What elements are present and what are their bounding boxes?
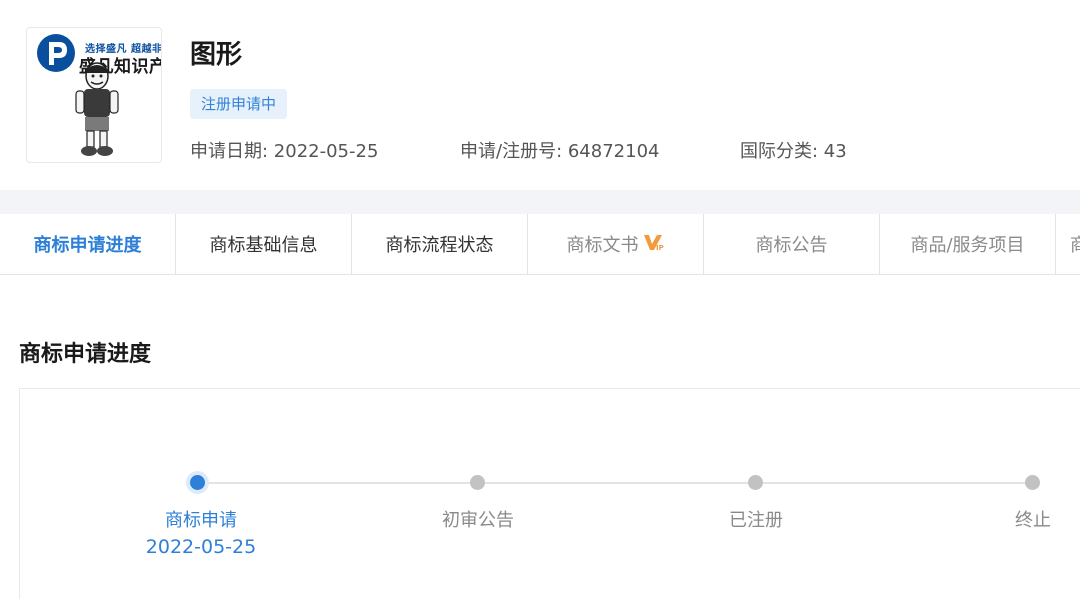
section-title: 商标申请进度: [19, 342, 152, 367]
tab-label: 商标申请进度: [33, 235, 142, 256]
tab-label: 商标文书: [566, 235, 639, 256]
section-divider: [0, 190, 1080, 214]
step-date-application: 2022-05-25: [145, 536, 257, 558]
tab-basic-info[interactable]: 商标基础信息: [176, 214, 352, 274]
tab-process-status[interactable]: 商标流程状态: [352, 214, 528, 274]
international-class-label: 国际分类:: [740, 141, 824, 162]
tab-announcements[interactable]: 商标公告: [704, 214, 880, 274]
tab-overflow[interactable]: 商: [1056, 214, 1080, 274]
application-date-label: 申请日期:: [190, 141, 274, 162]
tab-label: 商: [1070, 231, 1080, 257]
international-class: 国际分类: 43: [740, 137, 847, 163]
tab-bar: 商标申请进度 商标基础信息 商标流程状态 商标文书 IP 商标公告 商品/服务项…: [0, 214, 1080, 275]
step-dot-application: [190, 475, 205, 490]
step-label-application: 商标申请: [165, 510, 237, 531]
trademark-image: 选择盛凡 超越非凡 盛凡知识产权: [26, 27, 162, 163]
progress-card: [19, 388, 1080, 599]
tab-documents[interactable]: 商标文书 IP: [528, 214, 704, 274]
step-label-registered: 已注册: [729, 510, 783, 531]
trademark-detail-page: 选择盛凡 超越非凡 盛凡知识产权: [0, 0, 1080, 599]
vip-icon: IP: [643, 232, 665, 257]
tab-goods-services[interactable]: 商品/服务项目: [880, 214, 1056, 274]
trademark-header: 选择盛凡 超越非凡 盛凡知识产权: [0, 0, 1080, 190]
tab-label: 商标流程状态: [385, 235, 494, 256]
registration-number-label: 申请/注册号:: [460, 141, 568, 162]
tab-label: 商品/服务项目: [910, 235, 1025, 256]
step-label-preliminary: 初审公告: [442, 510, 514, 531]
status-badge: 注册申请中: [190, 89, 288, 119]
application-date-value: 2022-05-25: [273, 141, 379, 162]
step-label-terminated: 终止: [1015, 510, 1051, 531]
registration-number: 申请/注册号: 64872104: [460, 137, 659, 163]
svg-text:IP: IP: [656, 244, 664, 252]
logo-p-icon: [37, 34, 75, 72]
progress-track: [198, 482, 1033, 484]
tab-application-progress[interactable]: 商标申请进度: [0, 214, 176, 274]
step-dot-terminated: [1025, 475, 1040, 490]
step-dot-registered: [748, 475, 763, 490]
registration-number-value: 64872104: [567, 141, 660, 162]
step-dot-preliminary: [470, 475, 485, 490]
application-date: 申请日期: 2022-05-25: [190, 137, 378, 163]
tab-label: 商标公告: [755, 235, 828, 256]
international-class-value: 43: [823, 141, 847, 162]
trademark-title: 图形: [190, 40, 243, 70]
tab-label: 商标基础信息: [209, 235, 318, 256]
cartoon-figure-icon: [72, 60, 122, 162]
